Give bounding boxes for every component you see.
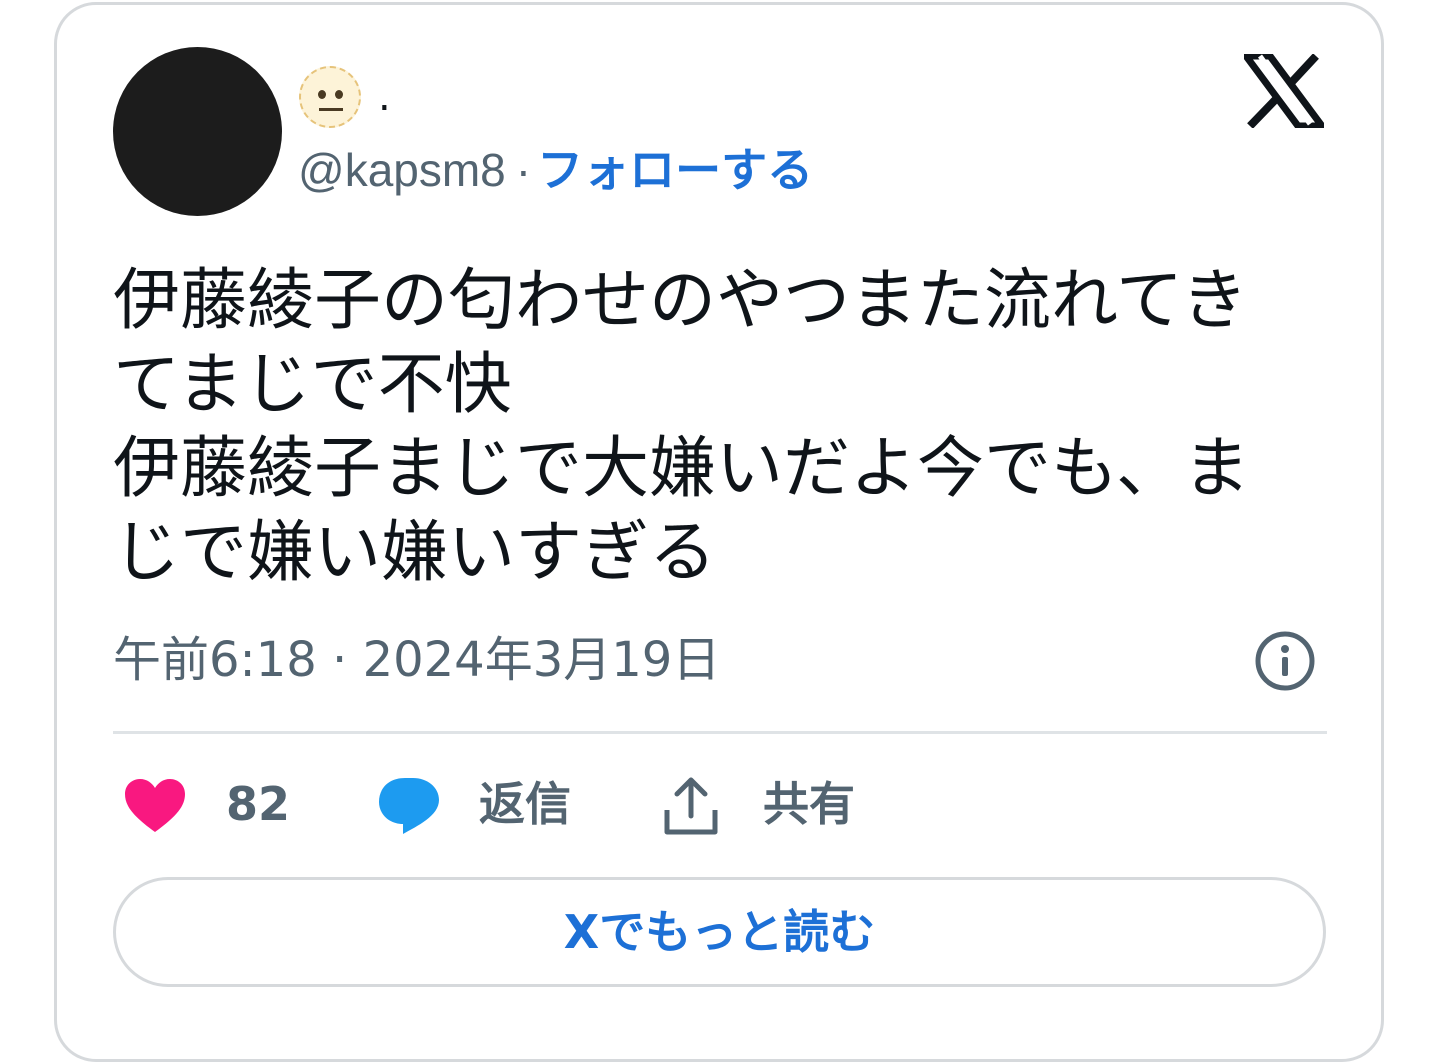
- share-icon[interactable]: [663, 776, 719, 836]
- share-label[interactable]: 共有: [763, 770, 855, 838]
- tweet-line: 伊藤綾子まじで大嫌いだよ今でも、ま: [113, 429, 1250, 507]
- tweet-line: 伊藤綾子の匂わせのやつまた流れてき: [113, 261, 1248, 339]
- tweet-line: じで嫌い嫌いすぎる: [113, 513, 716, 591]
- reply-label[interactable]: 返信: [479, 770, 571, 838]
- like-count[interactable]: 82: [226, 770, 290, 838]
- tweet-line: てまじで不快: [113, 345, 512, 423]
- follow-link[interactable]: フォローする: [537, 143, 813, 197]
- x-logo-icon[interactable]: [1244, 54, 1324, 128]
- tweet-text: 伊藤綾子の匂わせのやつまた流れてき てまじで不快 伊藤綾子まじで大嫌いだよ今でも…: [113, 258, 1333, 594]
- tweet-timestamp[interactable]: 午前6:18 · 2024年3月19日: [113, 630, 720, 690]
- reply-bubble-icon[interactable]: [377, 776, 441, 836]
- info-icon[interactable]: [1254, 630, 1316, 692]
- user-handle[interactable]: @kapsm8: [298, 144, 506, 196]
- avatar[interactable]: [113, 47, 282, 216]
- action-bar: 82 返信 共有: [113, 770, 913, 840]
- neutral-face-emoji-icon: [299, 66, 361, 128]
- author-row: @kapsm8 · フォローする: [298, 140, 813, 200]
- read-more-button[interactable]: Xでもっと読む: [113, 877, 1326, 987]
- heart-icon[interactable]: [123, 778, 187, 834]
- divider: [113, 731, 1327, 734]
- display-name[interactable]: .: [378, 66, 391, 128]
- separator: ·: [515, 144, 532, 196]
